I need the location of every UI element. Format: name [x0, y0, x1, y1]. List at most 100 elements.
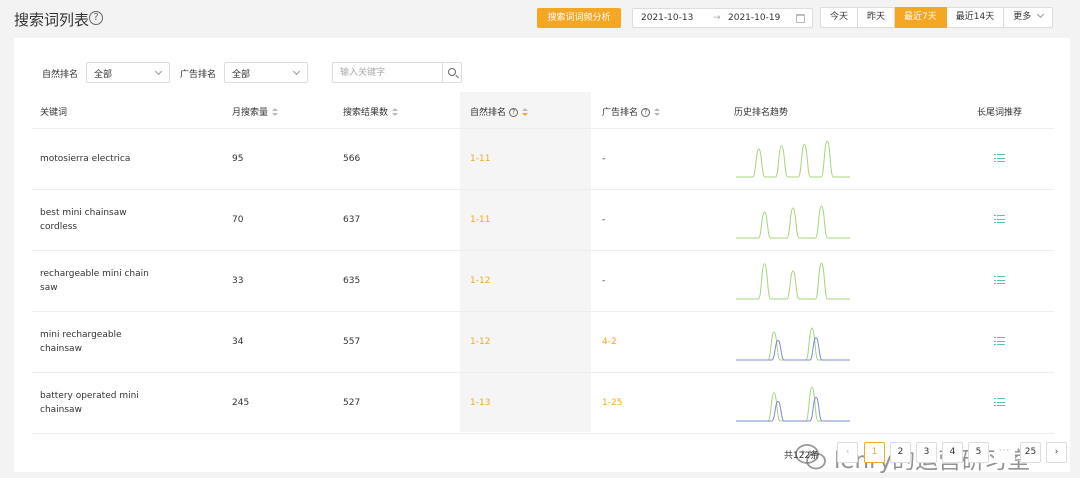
- table-row: mini rechargeable chainsaw 34 557 1-12 4-2: [32, 312, 1054, 373]
- natural-rank-cell: 1-13: [470, 398, 491, 408]
- results-count-cell: 637: [343, 215, 361, 225]
- range-tab-yesterday[interactable]: 昨天: [858, 7, 896, 28]
- page-title: 搜索词列表: [14, 11, 90, 29]
- pagination-page-last[interactable]: 25: [1020, 442, 1041, 463]
- trend-series-line: [736, 205, 850, 239]
- pagination-next-button[interactable]: ›: [1046, 442, 1067, 463]
- calendar-icon: [796, 14, 805, 23]
- ad-rank-select-value: 全部: [232, 70, 251, 80]
- rank-trend-sparkline: [736, 386, 850, 422]
- date-end: 2021-10-19: [728, 13, 781, 23]
- ad-rank-cell: -: [602, 154, 606, 164]
- range-tab-last-7-days[interactable]: 最近7天: [895, 7, 947, 28]
- longtail-list-icon[interactable]: [994, 398, 1005, 407]
- table-row: best mini chainsaw cordless 70 637 1-11 -: [32, 190, 1054, 251]
- pagination-prev-button[interactable]: ‹: [837, 442, 858, 463]
- help-icon[interactable]: ?: [641, 108, 651, 117]
- sort-desc-icon[interactable]: [522, 108, 529, 117]
- natural-rank-select-value: 全部: [94, 70, 113, 80]
- column-header-results[interactable]: 搜索结果数: [343, 105, 399, 118]
- table-header: 关键词 月搜索量 搜索结果数 自然排名? 广告排名? 历史排名趋势 长尾词推荐: [32, 92, 1054, 129]
- search-icon: [448, 68, 456, 76]
- natural-rank-cell: 1-11: [470, 154, 491, 164]
- monthly-search-cell: 245: [232, 398, 250, 408]
- chevron-down-icon: [1037, 10, 1045, 19]
- natural-rank-cell: 1-12: [470, 337, 491, 347]
- pagination-ellipsis[interactable]: ···: [994, 442, 1015, 463]
- table-row: rechargeable mini chain saw 33 635 1-12 -: [32, 251, 1054, 312]
- column-header-longtail: 长尾词推荐: [977, 108, 1023, 118]
- natural-rank-cell: 1-12: [470, 276, 491, 286]
- trend-series-line: [736, 396, 850, 422]
- date-start: 2021-10-13: [641, 13, 694, 23]
- pagination-page-5[interactable]: 5: [968, 442, 989, 463]
- trend-series-line: [736, 386, 850, 422]
- ad-rank-cell: -: [602, 276, 606, 286]
- sort-icon[interactable]: [654, 108, 661, 117]
- trend-series-line: [736, 140, 850, 178]
- results-count-cell: 635: [343, 276, 361, 286]
- ad-rank-cell: 4-2: [602, 337, 617, 347]
- chevron-down-icon: [292, 67, 301, 76]
- help-icon[interactable]: ?: [89, 11, 103, 25]
- longtail-list-icon[interactable]: [994, 215, 1005, 224]
- search-terms-card: 自然排名 全部 广告排名 全部 关键词 月搜索量 搜索结果数 自然排名? 广告排…: [14, 38, 1070, 474]
- column-header-natural-rank-label: 自然排名: [470, 108, 507, 118]
- keyword-search-input[interactable]: [332, 62, 442, 83]
- monthly-search-cell: 34: [232, 337, 244, 347]
- table-row: battery operated mini chainsaw 245 527 1-13…: [32, 373, 1054, 434]
- rank-trend-sparkline: [736, 205, 850, 239]
- search-button[interactable]: [442, 62, 462, 83]
- ad-rank-cell: -: [602, 215, 606, 225]
- keyword-cell: mini rechargeable chainsaw: [40, 330, 122, 354]
- range-tab-last-14-days[interactable]: 最近14天: [946, 7, 1005, 28]
- column-header-trend: 历史排名趋势: [734, 108, 789, 118]
- column-header-natural-rank[interactable]: 自然排名?: [470, 105, 529, 118]
- keyword-cell: rechargeable mini chain saw: [40, 269, 149, 293]
- ad-rank-select[interactable]: 全部: [224, 62, 308, 83]
- trend-series-line: [736, 262, 850, 300]
- chevron-down-icon: [154, 67, 163, 76]
- ad-rank-filter-label: 广告排名: [180, 70, 217, 80]
- longtail-list-icon[interactable]: [994, 337, 1005, 346]
- arrow-right-icon: →: [713, 13, 721, 23]
- ad-rank-cell: 1-25: [602, 398, 623, 408]
- column-header-results-label: 搜索结果数: [343, 108, 389, 118]
- column-header-monthly-search[interactable]: 月搜索量: [232, 105, 279, 118]
- pagination-total: 共122条: [784, 451, 820, 461]
- pagination-page-2[interactable]: 2: [890, 442, 911, 463]
- column-header-ad-rank[interactable]: 广告排名?: [602, 105, 661, 118]
- sort-icon[interactable]: [392, 108, 399, 117]
- natural-rank-select[interactable]: 全部: [86, 62, 170, 83]
- table-row: motosierra electrica 95 566 1-11 -: [32, 129, 1054, 190]
- rank-trend-sparkline: [736, 262, 850, 300]
- pagination-page-4[interactable]: 4: [942, 442, 963, 463]
- longtail-list-icon[interactable]: [994, 154, 1005, 163]
- natural-rank-filter-label: 自然排名: [42, 70, 79, 80]
- monthly-search-cell: 95: [232, 154, 244, 164]
- column-header-ad-rank-label: 广告排名: [602, 108, 639, 118]
- date-range-picker[interactable]: 2021-10-13 → 2021-10-19: [632, 8, 813, 28]
- help-icon[interactable]: ?: [509, 108, 519, 117]
- trend-series-line: [736, 337, 850, 361]
- trend-series-line: [736, 327, 850, 361]
- results-count-cell: 557: [343, 337, 361, 347]
- range-tab-today[interactable]: 今天: [820, 7, 859, 28]
- results-count-cell: 566: [343, 154, 361, 164]
- monthly-search-cell: 33: [232, 276, 244, 286]
- pagination-page-3[interactable]: 3: [916, 442, 937, 463]
- rank-trend-sparkline: [736, 140, 850, 178]
- longtail-list-icon[interactable]: [994, 276, 1005, 285]
- sort-icon[interactable]: [272, 108, 279, 117]
- top-bar: 搜索词列表 ? 搜索词词频分析 2021-10-13 → 2021-10-19 …: [0, 0, 1080, 38]
- keyword-cell: battery operated mini chainsaw: [40, 391, 139, 415]
- results-count-cell: 527: [343, 398, 361, 408]
- column-header-monthly-search-label: 月搜索量: [232, 108, 269, 118]
- keyword-cell: best mini chainsaw cordless: [40, 208, 127, 232]
- monthly-search-cell: 70: [232, 215, 244, 225]
- range-tab-more[interactable]: 更多: [1004, 7, 1054, 28]
- keyword-frequency-analysis-button[interactable]: 搜索词词频分析: [537, 8, 621, 28]
- keyword-cell: motosierra electrica: [40, 154, 131, 164]
- pagination-page-1[interactable]: 1: [864, 442, 885, 463]
- column-header-keyword: 关键词: [40, 108, 68, 118]
